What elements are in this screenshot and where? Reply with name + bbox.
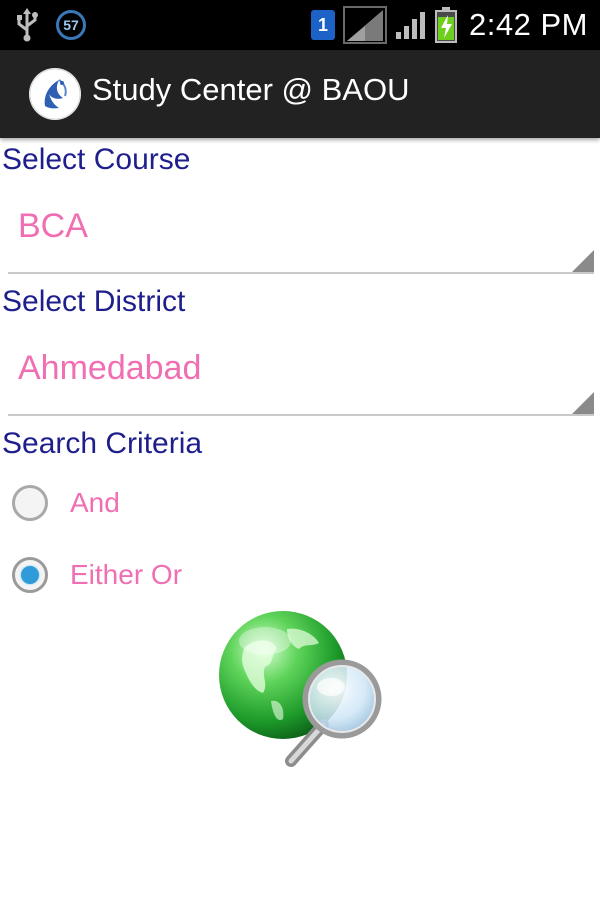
course-spinner[interactable]: BCA xyxy=(8,192,594,274)
battery-charging-icon xyxy=(435,7,458,43)
status-bar: 57 1 2:42 PM xyxy=(0,0,600,50)
radio-button[interactable] xyxy=(12,485,48,521)
globe-search-icon[interactable] xyxy=(215,607,385,775)
notification-badge-icon: 57 xyxy=(56,10,86,40)
course-value: BCA xyxy=(18,207,88,245)
radio-button-checked[interactable] xyxy=(12,557,48,593)
clock: 2:42 PM xyxy=(469,7,588,42)
baou-logo-icon[interactable] xyxy=(29,68,81,120)
radio-and[interactable]: And xyxy=(12,480,120,526)
district-spinner[interactable]: Ahmedabad xyxy=(8,334,594,416)
radio-either-or-label: Either Or xyxy=(70,559,183,590)
no-signal-icon xyxy=(343,6,388,44)
usb-icon xyxy=(17,8,38,42)
select-district-label: Select District xyxy=(2,285,186,318)
radio-either-or[interactable]: Either Or xyxy=(12,552,182,598)
action-bar: Study Center @ BAOU xyxy=(0,50,600,138)
spinner-arrow-icon xyxy=(572,392,594,414)
radio-and-label: And xyxy=(70,487,120,518)
app-title: Study Center @ BAOU xyxy=(92,72,410,107)
district-value: Ahmedabad xyxy=(18,349,202,387)
spinner-arrow-icon xyxy=(572,250,594,272)
search-criteria-label: Search Criteria xyxy=(2,427,203,460)
sim-icon: 1 xyxy=(311,10,336,40)
sim-slot-number: 1 xyxy=(318,14,329,35)
select-course-label: Select Course xyxy=(2,143,191,176)
notification-count: 57 xyxy=(63,17,79,33)
signal-icon xyxy=(396,12,426,39)
